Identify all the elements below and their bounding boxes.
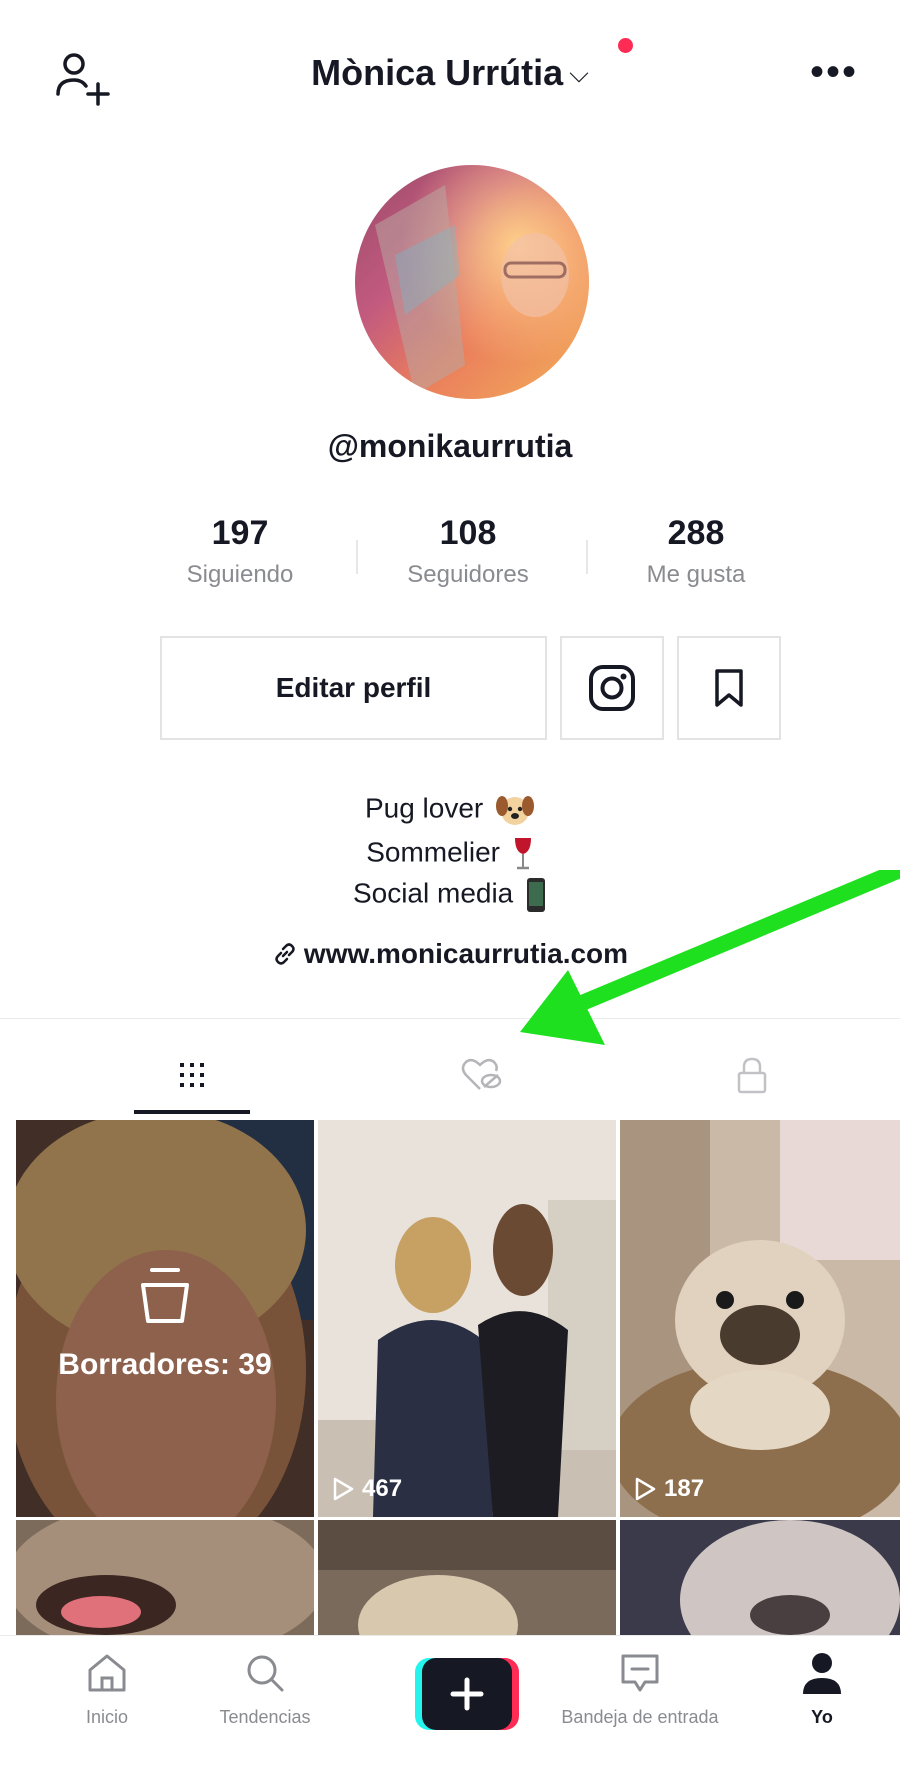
- stat-divider: [586, 540, 588, 574]
- instagram-button[interactable]: [560, 636, 664, 740]
- dog-face-icon: [496, 796, 535, 825]
- instagram-icon: [589, 665, 635, 711]
- favorites-button[interactable]: [677, 636, 781, 740]
- page-title: Mònica Urrútia: [311, 52, 564, 93]
- grid-icon: [180, 1063, 204, 1087]
- following-count: 197: [211, 514, 269, 552]
- stat-likes[interactable]: 288 Me gusta: [596, 513, 796, 589]
- video-thumbnail: [318, 1520, 616, 1635]
- more-options-button[interactable]: •••: [810, 52, 858, 92]
- nav-inbox[interactable]: Bandeja de entrada: [540, 1650, 740, 1728]
- avatar-photo: [355, 165, 589, 399]
- nav-profile[interactable]: Yo: [762, 1650, 882, 1728]
- tab-videos[interactable]: [120, 1040, 264, 1110]
- nav-label: Tendencias: [219, 1707, 311, 1727]
- video-tile[interactable]: [16, 1520, 314, 1635]
- video-tile[interactable]: 187: [620, 1120, 900, 1517]
- likes-label: Me gusta: [646, 561, 746, 588]
- link-icon: [275, 943, 295, 965]
- nav-label: Bandeja de entrada: [561, 1707, 719, 1727]
- create-button[interactable]: [415, 1658, 519, 1730]
- nav-label: Yo: [811, 1707, 833, 1727]
- profile-icon: [803, 1653, 841, 1694]
- followers-count: 108: [439, 514, 497, 552]
- notification-dot: [618, 38, 633, 53]
- bio-text: Social media: [352, 877, 514, 909]
- video-tile[interactable]: [620, 1520, 900, 1635]
- view-count: 187: [634, 1475, 704, 1503]
- nav-discover[interactable]: Tendencias: [190, 1650, 340, 1728]
- video-thumbnail: [16, 1520, 314, 1635]
- bio-line: Sommelier: [0, 834, 900, 874]
- bio-text: Sommelier: [366, 836, 501, 868]
- play-icon: [333, 1477, 354, 1501]
- video-thumbnail: [318, 1120, 616, 1517]
- drafts-count-label: Borradores: 39: [58, 1348, 272, 1381]
- bio-line: Pug lover: [0, 792, 900, 828]
- stat-divider: [356, 540, 358, 574]
- stat-followers[interactable]: 108 Seguidores: [368, 513, 568, 589]
- profile-header: Mònica Urrútia ⌵ •••: [0, 0, 900, 150]
- wine-glass-icon: [514, 838, 531, 870]
- drafts-tile[interactable]: Borradores: 39: [16, 1120, 314, 1517]
- following-label: Siguiendo: [186, 561, 294, 588]
- view-count: 467: [332, 1475, 402, 1503]
- username: @monikaurrutia: [327, 428, 573, 464]
- nav-home[interactable]: Inicio: [32, 1650, 182, 1728]
- drafts-icon: [141, 1268, 189, 1323]
- likes-count: 288: [667, 514, 725, 552]
- active-tab-indicator: [134, 1110, 250, 1114]
- green-arrow-annotation: [520, 870, 900, 1045]
- bio-text: Pug lover: [364, 792, 484, 824]
- view-count-text: 187: [664, 1475, 705, 1502]
- video-thumbnail: [620, 1120, 900, 1517]
- view-count-text: 467: [362, 1475, 403, 1502]
- inbox-icon: [621, 1654, 659, 1692]
- account-switcher[interactable]: Mònica Urrútia ⌵: [0, 52, 900, 94]
- bookmark-icon: [715, 669, 743, 707]
- bottom-navigation: Inicio Tendencias Bandeja de entrada Yo: [0, 1635, 900, 1784]
- video-tile[interactable]: [318, 1520, 616, 1635]
- video-tile[interactable]: 467: [318, 1120, 616, 1517]
- stat-following[interactable]: 197 Siguiendo: [140, 513, 340, 589]
- avatar[interactable]: [355, 165, 589, 399]
- search-icon: [247, 1655, 284, 1692]
- edit-profile-button[interactable]: Editar perfil: [160, 636, 547, 740]
- nav-label: Inicio: [85, 1707, 129, 1727]
- hidden-heart-icon: [461, 1058, 502, 1090]
- home-icon: [88, 1654, 126, 1692]
- chevron-down-icon: ⌵: [569, 58, 589, 88]
- play-icon: [635, 1477, 656, 1501]
- followers-label: Seguidores: [407, 561, 529, 588]
- video-thumbnail: [620, 1520, 900, 1635]
